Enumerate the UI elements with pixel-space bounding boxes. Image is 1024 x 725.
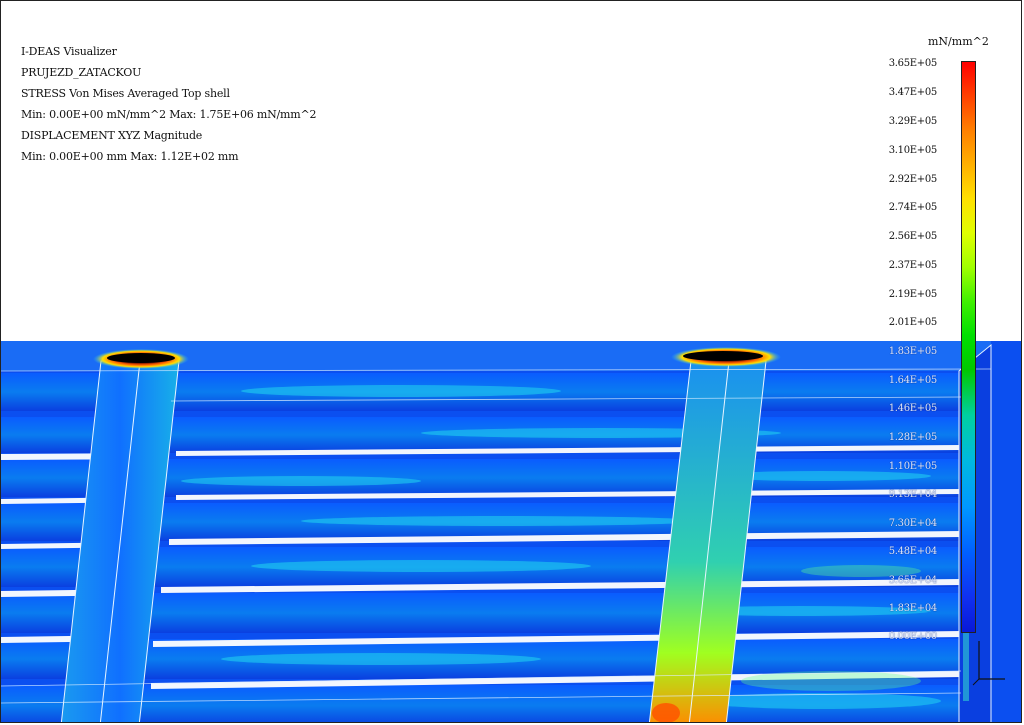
legend-tick: 3.47E+05	[888, 87, 938, 98]
legend-tick: 3.29E+05	[888, 116, 938, 127]
displacement-min-max: Min: 0.00E+00 mm Max: 1.12E+02 mm	[21, 150, 239, 163]
displacement-result-type: DISPLACEMENT XYZ Magnitude	[21, 129, 203, 142]
legend-tick: 0.00E+00	[888, 631, 938, 642]
legend-tick: 2.56E+05	[888, 231, 938, 242]
legend-tick: 5.48E+04	[888, 546, 938, 557]
legend-tick: 1.10E+05	[888, 461, 938, 472]
legend-tick: 2.19E+05	[888, 289, 938, 300]
axis-triad-icon	[969, 641, 1009, 690]
legend-tick: 1.83E+05	[888, 346, 938, 357]
legend-tick: 1.28E+05	[888, 432, 938, 443]
legend-tick: 2.01E+05	[888, 317, 938, 328]
model-name: PRUJEZD_ZATACKOU	[21, 66, 142, 79]
stress-min-max: Min: 0.00E+00 mN/mm^2 Max: 1.75E+06 mN/m…	[21, 108, 317, 121]
legend-tick: 3.65E+05	[888, 58, 938, 69]
legend-tick: 3.65E+04	[888, 575, 938, 586]
legend-tick: 9.13E+04	[888, 489, 938, 500]
stress-result-type: STRESS Von Mises Averaged Top shell	[21, 87, 230, 100]
app-title: I-DEAS Visualizer	[21, 45, 117, 58]
stress-contour-plot[interactable]	[1, 341, 1021, 722]
legend-tick: 2.37E+05	[888, 260, 938, 271]
viewport[interactable]: I-DEAS Visualizer PRUJEZD_ZATACKOU STRES…	[0, 0, 1022, 723]
results-info-block: I-DEAS Visualizer PRUJEZD_ZATACKOU STRES…	[21, 41, 317, 167]
legend-tick: 1.83E+04	[888, 603, 938, 614]
legend-unit: mN/mm^2	[928, 35, 989, 48]
legend-tick: 3.10E+05	[888, 145, 938, 156]
stress-color-bar	[961, 61, 976, 633]
legend-tick: 1.64E+05	[888, 375, 938, 386]
legend-tick: 2.74E+05	[888, 202, 938, 213]
legend-tick: 7.30E+04	[888, 518, 938, 529]
legend-tick: 2.92E+05	[888, 174, 938, 185]
legend-tick: 1.46E+05	[888, 403, 938, 414]
